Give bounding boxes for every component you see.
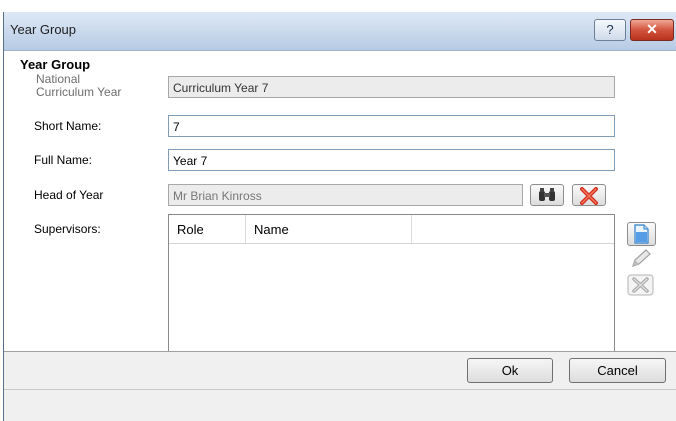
national-curriculum-label: National Curriculum Year <box>36 73 121 99</box>
close-button[interactable]: ✕ <box>630 19 674 41</box>
binoculars-icon <box>539 188 555 201</box>
short-name-label: Short Name: <box>34 119 102 133</box>
group-title: Year Group <box>20 57 91 72</box>
edit-supervisor-button[interactable] <box>627 248 656 272</box>
grid-header: Role Name <box>169 215 614 244</box>
supervisors-label: Supervisors: <box>34 222 101 236</box>
short-name-input[interactable]: 7 <box>168 115 615 137</box>
grey-x-icon <box>627 274 654 296</box>
status-divider <box>4 389 676 390</box>
find-head-of-year-button[interactable] <box>530 184 564 206</box>
head-of-year-field[interactable]: Mr Brian Kinross <box>168 184 523 206</box>
column-header-role[interactable]: Role <box>169 215 246 243</box>
head-of-year-label: Head of Year <box>34 188 104 202</box>
clear-head-of-year-button[interactable] <box>572 184 606 206</box>
window-title: Year Group <box>10 22 77 37</box>
title-bar: Year Group ? ✕ <box>4 12 676 51</box>
new-supervisor-button[interactable] <box>627 222 656 246</box>
ok-button[interactable]: Ok <box>467 358 553 383</box>
help-button[interactable]: ? <box>594 19 626 41</box>
full-name-label: Full Name: <box>34 153 93 167</box>
column-header-name[interactable]: Name <box>246 215 412 243</box>
national-curriculum-field: Curriculum Year 7 <box>168 76 615 98</box>
red-x-icon <box>580 187 598 205</box>
national-curriculum-label-line2: Curriculum Year <box>36 85 122 99</box>
new-document-icon <box>634 224 649 244</box>
cancel-button[interactable]: Cancel <box>569 358 666 383</box>
column-header-extra <box>412 215 614 243</box>
full-name-input[interactable]: Year 7 <box>168 149 615 171</box>
year-group-dialog: Year Group ? ✕ Year Group National Curri… <box>3 12 676 421</box>
delete-supervisor-button[interactable] <box>627 274 656 298</box>
supervisors-grid[interactable]: Role Name <box>168 214 615 351</box>
dialog-body: Year Group National Curriculum Year Curr… <box>4 51 676 351</box>
button-bar: Ok Cancel <box>4 351 676 390</box>
pencil-icon <box>632 249 651 267</box>
